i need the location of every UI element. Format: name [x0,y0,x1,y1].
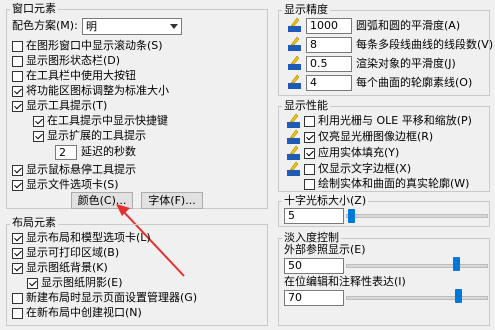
checkbox-label: 显示可打印区域(B) [26,246,120,259]
checkbox-extended-tooltips[interactable]: 显示扩展的工具提示 [33,129,146,143]
crosshair-size-slider-thumb[interactable] [348,209,355,223]
color-scheme-label: 配色方案(M): [12,19,78,32]
checkbox-label: 将功能区图标调整为标准大小 [26,84,169,97]
pencil-icon [288,55,301,70]
checkbox-label: 显示鼠标悬停工具提示 [26,163,136,176]
checkbox-text-frame[interactable]: 仅显示文字边框(X) [304,162,411,176]
checkbox-solid-fill[interactable]: 应用实体填充(Y) [304,146,399,160]
checkbox-create-viewport[interactable]: 在新布局中创建视口(N) [12,306,142,320]
checkbox-box[interactable] [304,163,315,175]
checkbox-box[interactable] [33,115,44,127]
checkbox-ribbon-icons[interactable]: 将功能区图标调整为标准大小 [12,84,169,98]
checkbox-box[interactable] [12,179,23,191]
checkbox-page-setup-manager[interactable]: 新建布局时显示页面设置管理器(G) [12,291,197,305]
checkbox-label: 利用光栅与 OLE 平移和缩放(P) [318,114,472,127]
checkbox-box[interactable] [12,70,23,82]
pencil-icon [287,161,300,176]
inplace-edit-slider-thumb[interactable] [455,289,462,303]
checkbox-label: 在工具栏中使用大按钮 [26,69,136,82]
render-smoothness-input[interactable]: 0.5 [306,56,352,72]
checkbox-box[interactable] [12,247,23,259]
checkbox-box[interactable] [304,131,315,143]
chevron-down-icon [170,24,178,29]
inplace-edit-label: 在位编辑和注释性表达(I) [284,275,406,288]
checkbox-shortcut-keys[interactable]: 在工具提示中显示快捷键 [33,114,168,128]
checkbox-box[interactable] [304,178,315,190]
crosshair-size-slider-track[interactable] [346,214,488,218]
checkbox-box[interactable] [27,277,38,289]
pencil-icon [287,145,300,160]
checkbox-box[interactable] [12,307,23,319]
checkbox-label: 仅显示文字边框(X) [318,162,412,175]
checkbox-label: 显示图形状态栏(D) [26,54,121,67]
checkbox-paper-background[interactable]: 显示图纸背景(K) [12,261,108,275]
checkbox-status-bar[interactable]: 显示图形状态栏(D) [12,54,120,68]
delay-seconds-input[interactable]: 2 [55,145,77,160]
checkbox-label: 在工具提示中显示快捷键 [47,114,168,127]
checkbox-box[interactable] [33,130,44,142]
color-scheme-value: 明 [86,20,97,33]
checkbox-rollover-tooltips[interactable]: 显示鼠标悬停工具提示 [12,163,136,177]
checkbox-raster-frame[interactable]: 仅亮显光栅图像边框(R) [304,130,433,144]
checkbox-raster-ole-pan[interactable]: 利用光栅与 OLE 平移和缩放(P) [304,114,472,128]
checkbox-box[interactable] [12,262,23,274]
checkbox-box[interactable] [12,40,23,52]
checkbox-label: 在图形窗口中显示滚动条(S) [26,39,163,52]
contour-lines-input[interactable]: 4 [306,75,352,91]
checkbox-paper-shadow[interactable]: 显示图纸阴影(E) [27,276,123,290]
color-scheme-select[interactable]: 明 [82,18,182,35]
pencil-icon [288,17,301,32]
checkbox-label: 应用实体填充(Y) [318,146,400,159]
layout-elements-title: 布局元素 [10,216,58,229]
arc-smoothness-input[interactable]: 1000 [306,18,352,34]
checkbox-box[interactable] [12,55,23,67]
pencil-icon [287,129,300,144]
xref-display-label: 外部参照显示(E) [284,243,366,256]
checkbox-box[interactable] [12,100,23,112]
checkbox-label: 显示图纸背景(K) [26,261,108,274]
xref-display-slider-thumb[interactable] [453,257,460,271]
checkbox-label: 显示布局和模型选项卡(L) [26,231,151,244]
checkbox-layout-tabs[interactable]: 显示布局和模型选项卡(L) [12,231,151,245]
pencil-icon [288,36,301,51]
checkbox-label: 在新布局中创建视口(N) [26,306,142,319]
pencil-icon [287,113,300,128]
display-performance-title: 显示性能 [282,99,330,112]
crosshair-size-input[interactable]: 5 [284,208,344,224]
checkbox-label: 新建布局时显示页面设置管理器(G) [26,291,198,304]
window-elements-title: 窗口元素 [10,2,58,15]
checkbox-large-buttons[interactable]: 在工具栏中使用大按钮 [12,69,136,83]
checkbox-box[interactable] [304,147,315,159]
checkbox-file-tabs[interactable]: 显示文件选项卡(S) [12,178,119,192]
checkbox-label: 显示工具提示(T) [26,99,108,112]
checkbox-scrollbars[interactable]: 在图形窗口中显示滚动条(S) [12,39,163,53]
checkbox-tooltips[interactable]: 显示工具提示(T) [12,99,107,113]
checkbox-label: 显示文件选项卡(S) [26,178,119,191]
checkbox-true-silhouettes[interactable]: 绘制实体和曲面的真实轮廓(W) [304,177,469,191]
display-resolution-title: 显示精度 [282,3,330,16]
checkbox-label: 显示扩展的工具提示 [47,129,146,142]
checkbox-box[interactable] [12,164,23,176]
checkbox-printable-area[interactable]: 显示可打印区域(B) [12,246,119,260]
xref-display-input[interactable]: 50 [284,258,344,274]
arc-smoothness-label: 圆弧和圆的平滑度(A) [356,19,461,32]
checkbox-label: 仅亮显光栅图像边框(R) [318,130,434,143]
checkbox-box[interactable] [12,85,23,97]
inplace-edit-slider-track[interactable] [346,296,488,300]
xref-display-slider-track[interactable] [346,264,488,268]
polyline-segments-label: 每条多段线曲线的线段数(V) [356,38,494,51]
pencil-icon [288,74,301,89]
render-smoothness-label: 渲染对象的平滑度(J) [356,57,456,70]
checkbox-label: 绘制实体和曲面的真实轮廓(W) [318,177,470,190]
checkbox-box[interactable] [12,292,23,304]
crosshair-size-title: 十字光标大小(Z) [282,194,369,207]
inplace-edit-input[interactable]: 70 [284,290,344,306]
contour-lines-label: 每个曲面的轮廓素线(O) [356,76,473,89]
polyline-segments-input[interactable]: 8 [306,37,352,53]
checkbox-label: 显示图纸阴影(E) [41,276,123,289]
delay-seconds-label: 延迟的秒数 [81,145,136,158]
checkbox-box[interactable] [304,115,315,127]
checkbox-box[interactable] [12,232,23,244]
